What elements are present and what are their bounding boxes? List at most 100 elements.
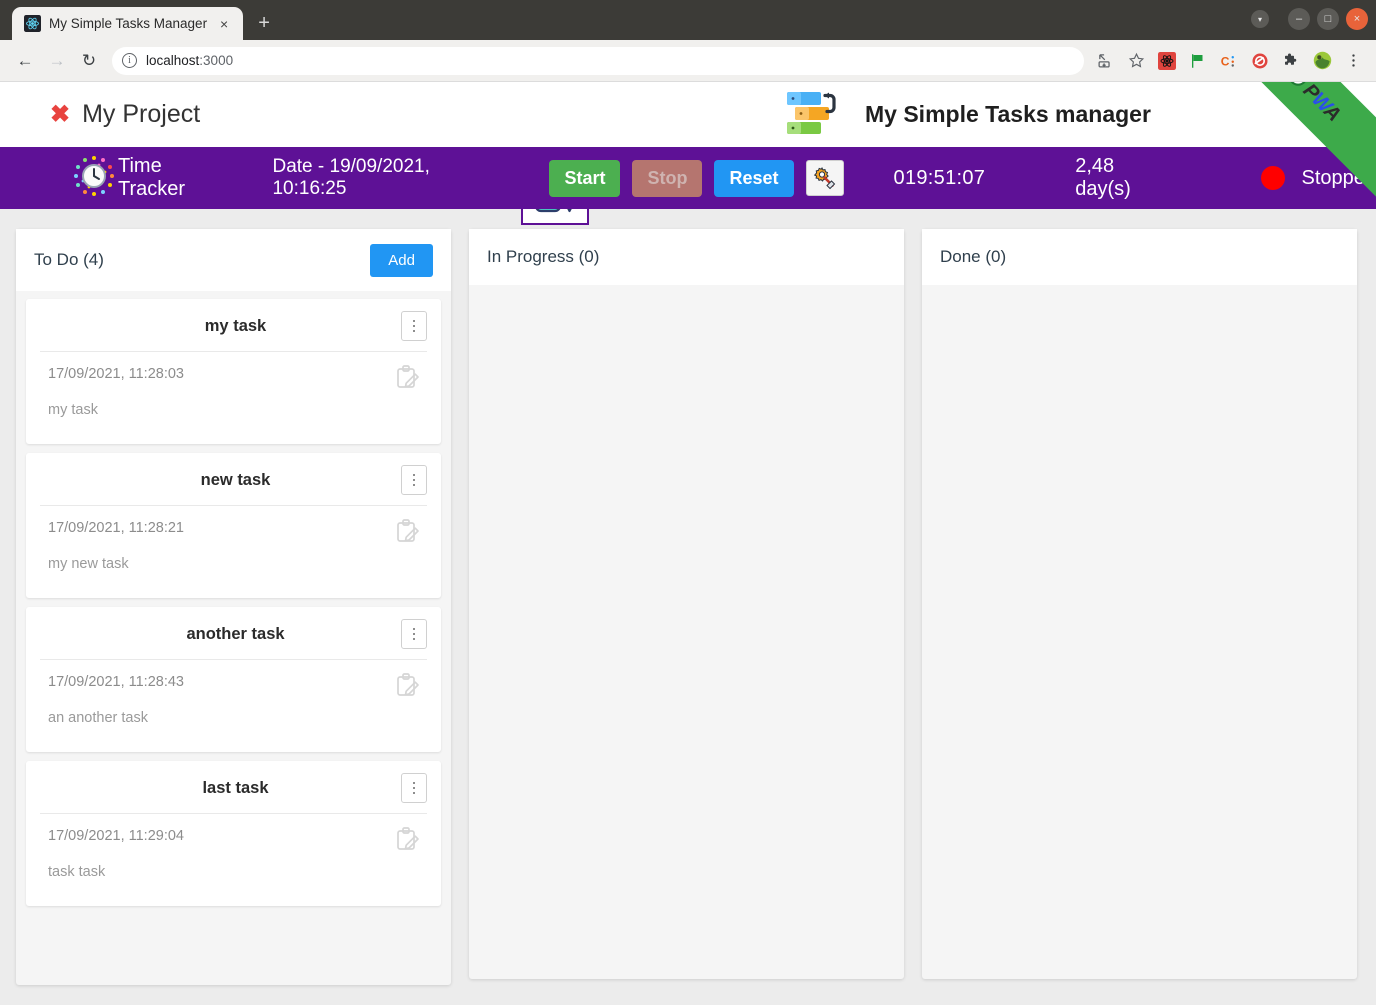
browser-toolbar: ← → ↻ i localhost:3000 C	[0, 40, 1376, 82]
task-card[interactable]: new task 17/09/2021, 11:28:21 my new tas…	[26, 453, 441, 598]
install-app-icon[interactable]	[1094, 50, 1116, 72]
close-project-icon[interactable]: ✖	[50, 102, 70, 127]
toolbar-icons: C	[1094, 50, 1366, 72]
task-title: my task	[204, 316, 267, 335]
column-body-done[interactable]	[922, 285, 1357, 979]
reset-button[interactable]: Reset	[714, 159, 794, 197]
kebab-menu-icon[interactable]	[401, 773, 427, 803]
task-card-header: last task	[26, 761, 441, 813]
time-tracker-label-group: Time Tracker	[70, 152, 224, 205]
site-info-icon[interactable]: i	[122, 53, 137, 68]
window-controls: ▾ – □ ×	[1251, 8, 1368, 30]
task-card[interactable]: my task 17/09/2021, 11:28:03 my task	[26, 299, 441, 444]
svg-text:C: C	[1221, 54, 1230, 68]
task-title: last task	[202, 778, 269, 797]
elapsed-timer: 019:51:07	[893, 166, 986, 189]
react-devtools-icon[interactable]	[1156, 50, 1178, 72]
column-todo: To Do (4) Add my task 17/09/2021, 11:28:…	[16, 229, 451, 985]
tab-close-icon[interactable]: ×	[215, 15, 233, 33]
kebab-menu-icon[interactable]	[401, 465, 427, 495]
kebab-menu-icon[interactable]	[401, 311, 427, 341]
column-title-inprogress: In Progress (0)	[487, 247, 600, 266]
pwa-letter-p: P	[1299, 82, 1324, 104]
brand-group: My Simple Tasks manager	[785, 90, 1151, 140]
task-card-header: my task	[26, 299, 441, 351]
brand-title: My Simple Tasks manager	[865, 101, 1151, 127]
task-date: 17/09/2021, 11:28:03	[48, 366, 184, 382]
minimize-button[interactable]: –	[1288, 8, 1310, 30]
back-button[interactable]: ←	[10, 46, 40, 76]
add-task-button[interactable]: Add	[370, 243, 433, 277]
close-window-button[interactable]: ×	[1346, 8, 1368, 30]
column-header-inprogress: In Progress (0)	[469, 229, 904, 285]
url-text: localhost:3000	[146, 53, 233, 68]
time-tracker-date: Date - 19/09/2021, 10:16:25	[272, 156, 430, 199]
pwa-ribbon-wrapper: PWA	[1216, 82, 1376, 222]
maximize-button[interactable]: □	[1317, 8, 1339, 30]
time-tracker-bar: Time Tracker Date - 19/09/2021, 10:16:25…	[0, 147, 1376, 209]
column-body-inprogress[interactable]	[469, 285, 904, 979]
profile-avatar[interactable]	[1311, 50, 1333, 72]
browser-tab[interactable]: My Simple Tasks Manager ×	[12, 7, 244, 40]
settings-button[interactable]	[805, 160, 844, 196]
clipboard-edit-icon[interactable]	[395, 826, 421, 859]
tab-title: My Simple Tasks Manager	[49, 16, 208, 31]
elapsed-days: 2,48 day(s)	[1075, 155, 1131, 200]
task-card-body: 17/09/2021, 11:28:03 my task	[26, 352, 441, 444]
column-inprogress: In Progress (0)	[469, 229, 904, 979]
extensions-puzzle-icon[interactable]	[1280, 50, 1302, 72]
task-card-body: 17/09/2021, 11:28:21 my new task	[26, 506, 441, 598]
task-card-body: 17/09/2021, 11:29:04 task task	[26, 814, 441, 906]
react-favicon-icon	[24, 15, 41, 32]
url-host: localhost	[146, 53, 200, 68]
adblock-icon[interactable]	[1249, 50, 1271, 72]
clipboard-edit-icon[interactable]	[395, 672, 421, 705]
project-title-group: ✖ My Project	[50, 100, 200, 129]
time-tracker-controls: Start Stop Reset	[549, 159, 844, 197]
task-description: my task	[48, 402, 98, 418]
pwa-ribbon[interactable]: PWA	[1216, 82, 1376, 203]
time-tracker-title: Time Tracker	[118, 155, 186, 200]
clock-dots-icon	[70, 152, 118, 205]
task-card-body: 17/09/2021, 11:28:43 an another task	[26, 660, 441, 752]
task-card-header: new task	[26, 453, 441, 505]
pwa-letter-a: A	[1319, 99, 1345, 125]
clipboard-edit-icon[interactable]	[395, 518, 421, 551]
reload-button[interactable]: ↻	[74, 46, 104, 76]
pwa-letter-w: W	[1307, 88, 1336, 116]
task-card[interactable]: last task 17/09/2021, 11:29:04 task task	[26, 761, 441, 906]
task-card[interactable]: another task 17/09/2021, 11:28:43 an ano…	[26, 607, 441, 752]
column-title-todo: To Do (4)	[34, 250, 104, 269]
task-title: another task	[186, 624, 285, 643]
stop-button: Stop	[632, 159, 703, 197]
forward-button: →	[48, 50, 66, 70]
browser-titlebar: My Simple Tasks Manager × + ▾ – □ ×	[0, 0, 1376, 40]
kebab-menu-icon[interactable]	[401, 619, 427, 649]
task-title: new task	[200, 470, 271, 489]
column-title-done: Done (0)	[940, 247, 1007, 266]
project-name: My Project	[82, 100, 201, 128]
column-header-done: Done (0)	[922, 229, 1357, 285]
colorzilla-icon[interactable]: C	[1218, 50, 1240, 72]
task-date: 17/09/2021, 11:29:04	[48, 828, 184, 844]
pwa-label: PWA	[1298, 82, 1345, 126]
clock-icon	[1281, 82, 1313, 93]
address-bar[interactable]: i localhost:3000	[112, 46, 1084, 75]
column-body-todo[interactable]: my task 17/09/2021, 11:28:03 my task new…	[16, 291, 451, 985]
gear-wrench-icon	[813, 166, 835, 190]
task-description: my new task	[48, 556, 129, 572]
tab-strip: My Simple Tasks Manager × +	[0, 0, 279, 40]
new-tab-button[interactable]: +	[249, 8, 279, 38]
window-dropdown-icon[interactable]: ▾	[1251, 10, 1269, 28]
green-flag-icon[interactable]	[1187, 50, 1209, 72]
column-done: Done (0)	[922, 229, 1357, 979]
tasks-logo-icon	[785, 90, 839, 140]
bookmark-star-icon[interactable]	[1125, 50, 1147, 72]
task-date: 17/09/2021, 11:28:43	[48, 674, 184, 690]
start-button[interactable]: Start	[549, 159, 621, 197]
kanban-board: To Do (4) Add my task 17/09/2021, 11:28:…	[0, 209, 1376, 1005]
task-date: 17/09/2021, 11:28:21	[48, 520, 184, 536]
app-header: ✖ My Project My Simple Tasks manager	[0, 82, 1376, 225]
clipboard-edit-icon[interactable]	[395, 364, 421, 397]
chrome-menu-icon[interactable]	[1342, 50, 1364, 72]
